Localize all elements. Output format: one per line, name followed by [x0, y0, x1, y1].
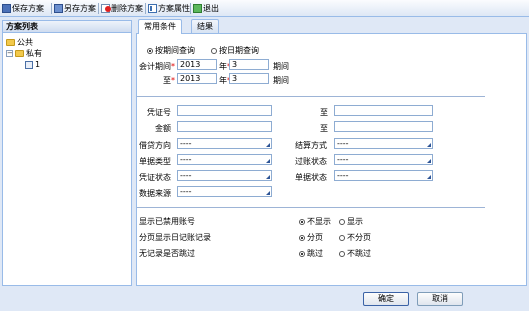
to-year-input[interactable]: 2013	[177, 73, 217, 84]
conditions-panel: 按期间查询 按日期查询 会计期间* 2013 年* 3 期间 至* 2013 年…	[136, 33, 527, 286]
radio-unselected-icon	[339, 250, 345, 257]
properties-icon	[148, 4, 157, 13]
voucher-no-to-input[interactable]	[334, 105, 433, 116]
doc-status-label: 单据状态	[295, 173, 327, 182]
query-by-date-radio[interactable]: 按日期查询	[211, 45, 259, 56]
show-disabled-no-radio[interactable]: 不显示	[299, 216, 331, 227]
radio-selected-icon	[147, 47, 153, 54]
from-period-input[interactable]: 3	[229, 59, 269, 70]
save-as-icon	[54, 4, 63, 13]
tree-node-scheme-1[interactable]: 1	[25, 60, 40, 69]
amount-label: 金额	[155, 124, 171, 133]
period-to-label: 至*	[163, 76, 175, 85]
tab-results[interactable]: 结果	[191, 19, 219, 33]
scheme-list-title: 方案列表	[3, 21, 131, 33]
folder-icon	[15, 50, 24, 57]
skip-no-record-label: 无记录是否跳过	[139, 249, 195, 258]
page-per-journal-yes-radio[interactable]: 分页	[299, 232, 323, 243]
radio-selected-icon	[299, 218, 305, 225]
data-source-select[interactable]: ----	[177, 186, 272, 197]
cancel-button[interactable]: 取消	[417, 292, 463, 306]
toolbar-separator	[190, 3, 191, 14]
period-from-label: 会计期间*	[139, 62, 175, 71]
section-divider	[137, 96, 485, 97]
settle-method-select[interactable]: ----	[334, 138, 433, 149]
doc-type-label: 单据类型	[139, 157, 171, 166]
scheme-properties-button[interactable]: 方案属性	[148, 2, 190, 15]
section-divider	[137, 207, 485, 208]
amount-to-input[interactable]	[334, 121, 433, 132]
from-year-input[interactable]: 2013	[177, 59, 217, 70]
data-source-label: 数据来源	[139, 189, 171, 198]
posting-status-select[interactable]: ----	[334, 154, 433, 165]
delete-icon	[101, 4, 111, 13]
voucher-no-to-label: 至	[320, 108, 328, 117]
radio-selected-icon	[299, 234, 305, 241]
doc-status-select[interactable]: ----	[334, 170, 433, 181]
page-per-journal-label: 分页显示日记账记录	[139, 233, 211, 242]
query-by-period-radio[interactable]: 按期间查询	[147, 45, 195, 56]
voucher-status-select[interactable]: ----	[177, 170, 272, 181]
exit-button[interactable]: 退出	[193, 2, 219, 15]
radio-unselected-icon	[339, 234, 345, 241]
period-label: 期间	[273, 76, 289, 85]
save-as-scheme-button[interactable]: 另存方案	[54, 2, 96, 15]
folder-icon	[6, 39, 15, 46]
delete-scheme-button[interactable]: 删除方案	[101, 2, 143, 15]
toolbar-separator	[98, 3, 99, 14]
toolbar-separator	[51, 3, 52, 14]
save-scheme-button[interactable]: 保存方案	[2, 2, 44, 15]
page-per-journal-no-radio[interactable]: 不分页	[339, 232, 371, 243]
settle-method-label: 结算方式	[295, 141, 327, 150]
scheme-list-panel: 方案列表 公共 − 私有 1	[2, 20, 132, 286]
dc-direction-select[interactable]: ----	[177, 138, 272, 149]
scheme-item-icon	[25, 60, 33, 69]
toolbar-separator	[145, 3, 146, 14]
toolbar: 保存方案 另存方案 删除方案 方案属性 退出	[0, 0, 529, 17]
posting-status-label: 过账状态	[295, 157, 327, 166]
ok-button[interactable]: 确定	[363, 292, 409, 306]
amount-to-label: 至	[320, 124, 328, 133]
doc-type-select[interactable]: ----	[177, 154, 272, 165]
tree-node-private[interactable]: − 私有	[6, 49, 42, 58]
tree-node-public[interactable]: 公共	[6, 38, 33, 47]
voucher-no-input[interactable]	[177, 105, 272, 116]
radio-unselected-icon	[211, 47, 217, 54]
save-icon	[2, 4, 11, 13]
voucher-no-label: 凭证号	[147, 108, 171, 117]
show-disabled-label: 显示已禁用账号	[139, 217, 195, 226]
collapse-icon[interactable]: −	[6, 50, 13, 57]
amount-input[interactable]	[177, 121, 272, 132]
dc-direction-label: 借贷方向	[139, 141, 171, 150]
period-label: 期间	[273, 62, 289, 71]
skip-no-record-no-radio[interactable]: 不跳过	[339, 248, 371, 259]
skip-no-record-yes-radio[interactable]: 跳过	[299, 248, 323, 259]
radio-unselected-icon	[339, 218, 345, 225]
exit-icon	[193, 4, 202, 13]
show-disabled-yes-radio[interactable]: 显示	[339, 216, 363, 227]
radio-selected-icon	[299, 250, 305, 257]
tab-common-conditions[interactable]: 常用条件	[138, 19, 182, 34]
to-period-input[interactable]: 3	[229, 73, 269, 84]
voucher-status-label: 凭证状态	[139, 173, 171, 182]
